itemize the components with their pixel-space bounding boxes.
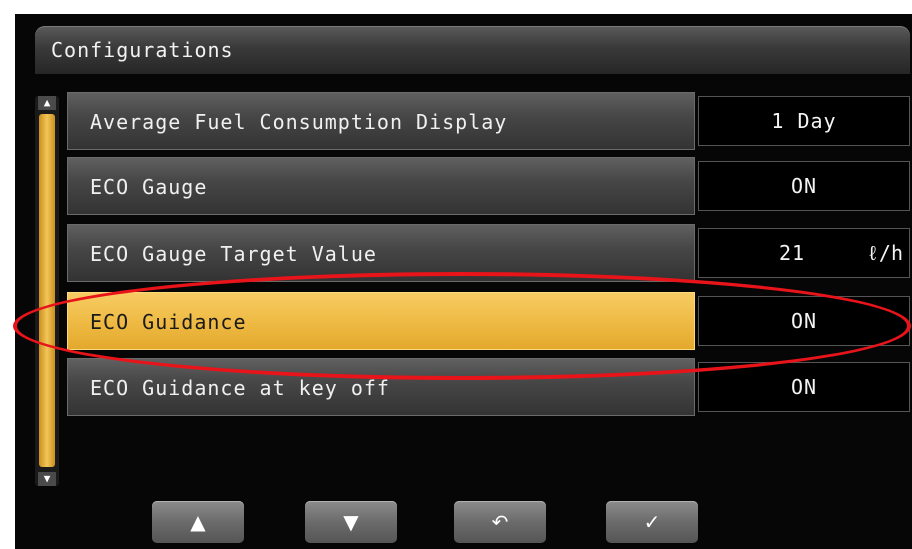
list-item-eco-guidance-at-key-off[interactable]: ECO Guidance at key off ON — [67, 358, 910, 416]
row-value: 21 — [779, 241, 806, 265]
row-value: ON — [790, 309, 818, 333]
row-label-box: ECO Gauge — [67, 157, 695, 215]
row-label-box: Average Fuel Consumption Display — [67, 92, 695, 150]
list-item-eco-guidance[interactable]: ECO Guidance ON — [67, 292, 910, 350]
row-label-box: ECO Guidance at key off — [67, 358, 695, 416]
row-value-box[interactable]: 21 ℓ/h — [698, 228, 910, 278]
row-value-box[interactable]: ON — [698, 362, 910, 412]
row-label: ECO Guidance at key off — [90, 376, 390, 400]
down-arrow-icon: ▼ — [343, 510, 359, 534]
scroll-down-arrow-icon[interactable]: ▼ — [38, 472, 56, 486]
row-value-box[interactable]: 1 Day — [698, 96, 910, 146]
row-label: ECO Guidance — [90, 310, 247, 334]
row-value: ON — [790, 375, 818, 399]
title-bar: Configurations — [35, 26, 910, 74]
row-value-box[interactable]: ON — [698, 296, 910, 346]
scrollbar[interactable]: ▲ ▼ — [35, 96, 59, 486]
up-arrow-icon: ▲ — [190, 510, 206, 534]
row-label: ECO Gauge Target Value — [90, 242, 377, 266]
back-arrow-icon: ↶ — [491, 510, 509, 534]
row-unit: ℓ/h — [866, 241, 903, 265]
row-value-box[interactable]: ON — [698, 161, 910, 211]
scrollbar-thumb[interactable] — [39, 114, 55, 467]
display-screen: Configurations ▲ ▼ Average Fuel Consumpt… — [15, 14, 912, 549]
list-item-eco-gauge[interactable]: ECO Gauge ON — [67, 157, 910, 215]
row-value: ON — [790, 174, 818, 198]
confirm-button[interactable]: ✓ — [606, 501, 698, 543]
up-button[interactable]: ▲ — [152, 501, 244, 543]
scroll-up-arrow-icon[interactable]: ▲ — [38, 96, 56, 110]
checkmark-icon: ✓ — [643, 510, 661, 534]
row-value: 1 Day — [771, 109, 837, 133]
row-label-box: ECO Gauge Target Value — [67, 224, 695, 282]
row-label-box: ECO Guidance — [67, 292, 695, 350]
list-item-eco-gauge-target-value[interactable]: ECO Gauge Target Value 21 ℓ/h — [67, 224, 910, 282]
row-label: ECO Gauge — [90, 175, 208, 199]
down-button[interactable]: ▼ — [305, 501, 397, 543]
back-button[interactable]: ↶ — [454, 501, 546, 543]
row-label: Average Fuel Consumption Display — [90, 110, 508, 134]
page-title: Configurations — [51, 38, 234, 62]
list-item-average-fuel-consumption-display[interactable]: Average Fuel Consumption Display 1 Day — [67, 92, 910, 150]
